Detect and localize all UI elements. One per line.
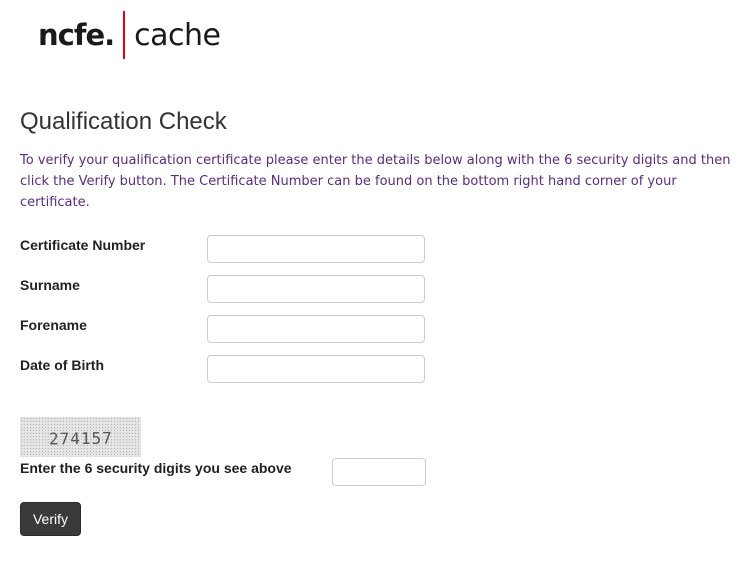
logo-ncfe-text: ncfe. (38, 18, 115, 52)
forename-input[interactable] (207, 315, 425, 343)
intro-text: To verify your qualification certificate… (20, 153, 731, 210)
forename-label: Forename (20, 317, 87, 333)
ncfe-cache-logo: ncfe. cache (38, 10, 221, 60)
verify-button[interactable]: Verify (20, 502, 81, 536)
captcha-image: 274157 (20, 417, 141, 457)
surname-input[interactable] (207, 275, 425, 303)
surname-label: Surname (20, 277, 80, 293)
captcha-digits: 274157 (48, 427, 113, 449)
certificate-number-input[interactable] (207, 235, 425, 263)
page-title: Qualification Check (20, 108, 227, 135)
security-digits-input[interactable] (332, 458, 426, 486)
logo-cache-text: cache (134, 17, 221, 53)
date-of-birth-label: Date of Birth (20, 357, 104, 373)
security-digits-label: Enter the 6 security digits you see abov… (20, 460, 292, 476)
certificate-number-label: Certificate Number (20, 237, 146, 253)
date-of-birth-input[interactable] (207, 355, 425, 383)
logo-divider (123, 11, 126, 59)
